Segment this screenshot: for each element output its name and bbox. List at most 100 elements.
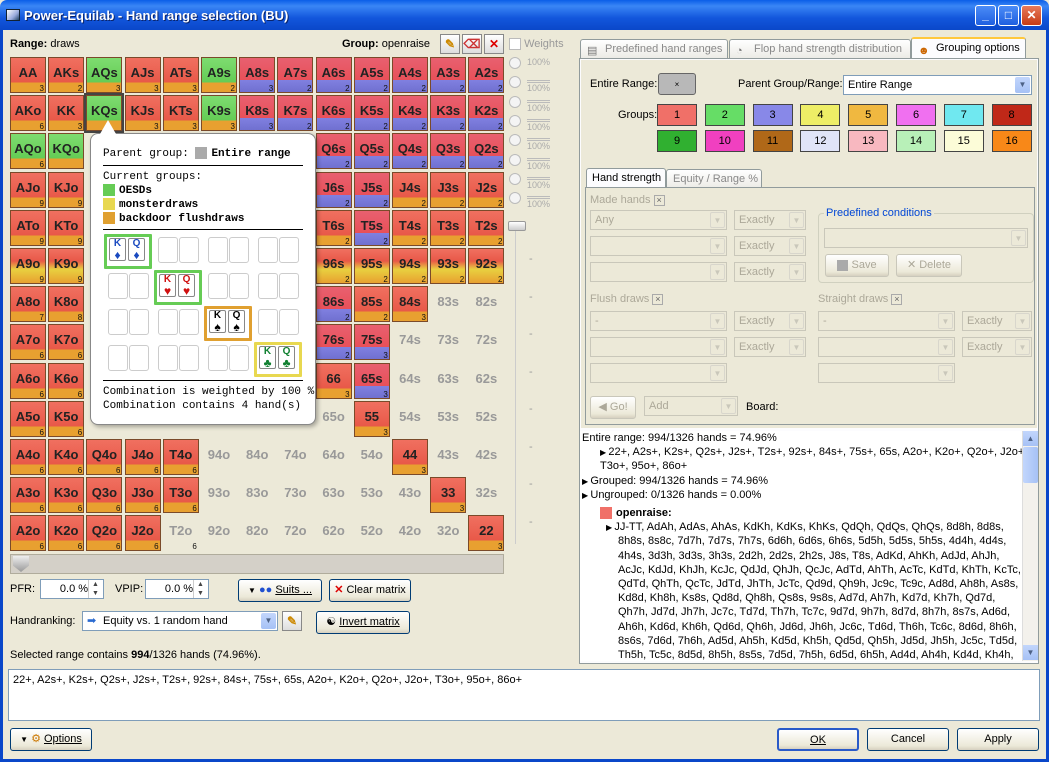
flush-select-1[interactable]: - ▼: [590, 311, 727, 331]
hand-cell-a7o[interactable]: A7o 6: [10, 324, 46, 361]
hand-cell-t3o[interactable]: T3o 6: [162, 477, 199, 514]
group-button-2[interactable]: 2: [704, 104, 745, 126]
made-exactly-3[interactable]: Exactly ▼: [734, 262, 806, 282]
hand-cell-j5s[interactable]: J5s 2: [353, 171, 390, 208]
group-button-6[interactable]: 6: [896, 104, 936, 126]
hand-cell-54o[interactable]: 54o: [353, 439, 390, 475]
hand-cell-q2s[interactable]: Q2s 2: [468, 133, 505, 170]
hand-cell-93o[interactable]: 93o: [201, 477, 237, 514]
group-button-16[interactable]: 16: [991, 130, 1032, 152]
hand-cell-aqo[interactable]: AQo 6: [10, 133, 46, 170]
hand-cell-85s[interactable]: 85s 2: [353, 286, 390, 323]
hand-cell-a6o[interactable]: A6o 6: [10, 362, 46, 399]
hand-cell-kqo[interactable]: KQo: [48, 133, 85, 170]
hand-cell-k3s[interactable]: K3s 2: [430, 95, 467, 132]
hand-cell-33[interactable]: 33 3: [430, 477, 467, 514]
hand-cell-a5s[interactable]: A5s 2: [353, 57, 390, 93]
hand-cell-a2o[interactable]: A2o 6: [10, 515, 46, 552]
hand-cell-q3s[interactable]: Q3s 2: [430, 133, 467, 170]
hand-cell-t4s[interactable]: T4s 2: [392, 209, 428, 246]
hand-cell-t3s[interactable]: T3s 2: [430, 209, 467, 246]
predefined-conditions-select[interactable]: ▼: [824, 228, 1028, 248]
hand-cell-t2s[interactable]: T2s 2: [468, 209, 505, 246]
hand-cell-t6s[interactable]: T6s 2: [315, 209, 352, 246]
hand-cell-kts[interactable]: KTs 3: [162, 95, 199, 132]
maximize-button[interactable]: □: [998, 5, 1019, 26]
hand-cell-84s[interactable]: 84s 3: [392, 286, 428, 323]
group-button-12[interactable]: 12: [800, 130, 841, 152]
hand-cell-73s[interactable]: 73s: [430, 324, 467, 361]
hand-cell-64o[interactable]: 64o: [315, 439, 352, 475]
group-button-8[interactable]: 8: [991, 104, 1032, 126]
eraser-icon[interactable]: ⌫: [462, 34, 482, 54]
handranking-select[interactable]: ➡ Equity vs. 1 random hand ▼: [82, 611, 278, 631]
vpip-spinner[interactable]: ▲ ▼: [193, 580, 207, 598]
weights-slider-handle[interactable]: [508, 221, 526, 231]
hand-cell-k4o[interactable]: K4o 6: [48, 439, 85, 475]
hand-cell-ako[interactable]: AKo 6: [10, 95, 46, 132]
hand-cell-aqs[interactable]: AQs 3: [86, 57, 123, 93]
hand-cell-a9o[interactable]: A9o 9: [10, 248, 46, 284]
hand-cell-72o[interactable]: 72o: [277, 515, 314, 552]
made-hands-select-3[interactable]: ▼: [590, 262, 727, 282]
hand-cell-93s[interactable]: 93s 2: [430, 248, 467, 284]
edit-pencil-icon[interactable]: ✎: [440, 34, 460, 54]
hand-cell-75s[interactable]: 75s 3: [353, 324, 390, 361]
options-button[interactable]: ▼ ⚙ Options: [10, 728, 92, 751]
clear-matrix-button[interactable]: ✕ Clear matrix: [329, 579, 411, 602]
hand-cell-k6o[interactable]: K6o 6: [48, 362, 85, 399]
made-hands-select-1[interactable]: Any ▼: [590, 210, 727, 230]
hand-cell-54s[interactable]: 54s: [392, 400, 428, 437]
hand-cell-92s[interactable]: 92s 2: [468, 248, 505, 284]
hand-cell-kk[interactable]: KK 3: [48, 95, 85, 132]
group-button-13[interactable]: 13: [848, 130, 889, 152]
hand-cell-a7s[interactable]: A7s 2: [277, 57, 314, 93]
hand-cell-q5s[interactable]: Q5s 2: [353, 133, 390, 170]
hand-cell-96s[interactable]: 96s 2: [315, 248, 352, 284]
made-exactly-1[interactable]: Exactly ▼: [734, 210, 806, 230]
hand-cell-84o[interactable]: 84o: [239, 439, 276, 475]
hand-cell-62s[interactable]: 62s: [468, 362, 505, 399]
ok-button[interactable]: OK: [777, 728, 859, 751]
hand-cell-a8o[interactable]: A8o 7: [10, 286, 46, 323]
hand-cell-kjo[interactable]: KJo 9: [48, 171, 85, 208]
tab-grouping-options[interactable]: ☻ Grouping options: [911, 37, 1026, 58]
scroll-thumb[interactable]: [1023, 447, 1038, 483]
range-info-scrollbar[interactable]: ▲ ▼: [1022, 431, 1038, 661]
hand-cell-k3o[interactable]: K3o 6: [48, 477, 85, 514]
group-button-7[interactable]: 7: [943, 104, 984, 126]
hand-cell-44[interactable]: 44 3: [392, 439, 428, 475]
hand-cell-94o[interactable]: 94o: [201, 439, 237, 475]
hand-cell-74o[interactable]: 74o: [277, 439, 314, 475]
hand-cell-43s[interactable]: 43s: [430, 439, 467, 475]
hand-cell-83s[interactable]: 83s: [430, 286, 467, 323]
hand-cell-k8o[interactable]: K8o 8: [48, 286, 85, 323]
group-button-15[interactable]: 15: [943, 130, 984, 152]
range-info-line[interactable]: ▶ JJ-TT, AdAh, AdAs, AhAs, KdKh, KdKs, K…: [606, 520, 1004, 535]
hand-cell-95s[interactable]: 95s 2: [353, 248, 390, 284]
hand-cell-a6s[interactable]: A6s 2: [315, 57, 352, 93]
hand-cell-kto[interactable]: KTo 9: [48, 209, 85, 246]
hand-cell-k7o[interactable]: K7o 6: [48, 324, 85, 361]
hand-cell-q6s[interactable]: Q6s 2: [315, 133, 352, 170]
hand-cell-k2s[interactable]: K2s 2: [468, 95, 505, 132]
hand-cell-66[interactable]: 66 3: [315, 362, 352, 399]
hand-cell-76s[interactable]: 76s 2: [315, 324, 352, 361]
hand-cell-52o[interactable]: 52o: [353, 515, 390, 552]
hand-cell-62o[interactable]: 62o: [315, 515, 352, 552]
hand-cell-63o[interactable]: 63o: [315, 477, 352, 514]
hand-cell-a3o[interactable]: A3o 6: [10, 477, 46, 514]
hand-cell-32s[interactable]: 32s: [468, 477, 505, 514]
hand-cell-53s[interactable]: 53s: [430, 400, 467, 437]
hand-cell-55[interactable]: 55 3: [353, 400, 390, 437]
delete-x-icon[interactable]: ✕: [484, 34, 504, 54]
group-button-5[interactable]: 5: [848, 104, 889, 126]
weight-radio[interactable]: [509, 57, 521, 69]
hand-cell-ats[interactable]: ATs 3: [162, 57, 199, 93]
hand-cell-86s[interactable]: 86s 2: [315, 286, 352, 323]
range-info-line[interactable]: ▶ 22+, A2s+, K2s+, Q2s+, J2s+, T2s+, 92s…: [600, 445, 1022, 460]
apply-button[interactable]: Apply: [957, 728, 1039, 751]
straight-exactly-2[interactable]: Exactly ▼: [962, 337, 1032, 357]
flush-select-3[interactable]: ▼: [590, 363, 727, 383]
suits-button[interactable]: ▼ ●● Suits ...: [238, 579, 322, 602]
